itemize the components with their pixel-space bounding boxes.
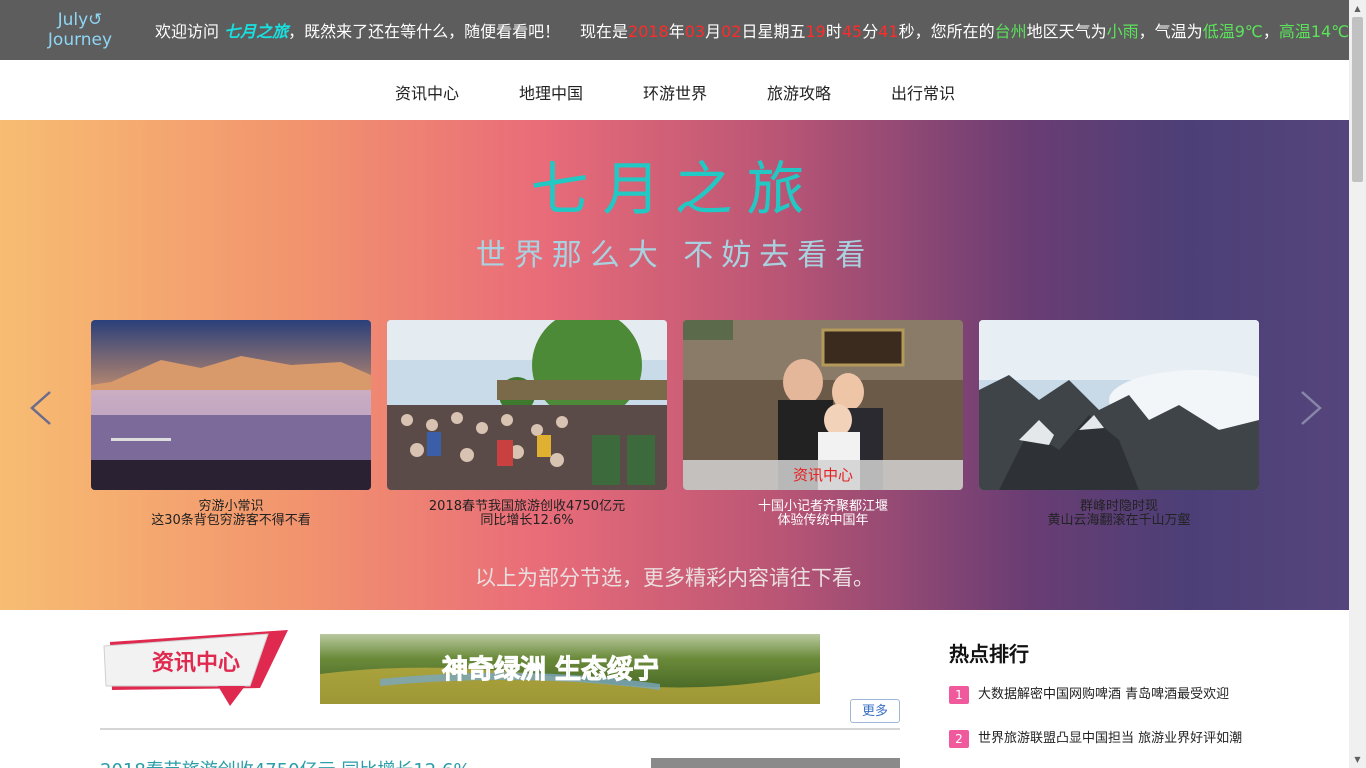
dt-text: 分 bbox=[862, 22, 879, 41]
hot-item-text: 大数据解密中国网购啤酒 青岛啤酒最受欢迎 bbox=[978, 687, 1230, 702]
dt-text: ， bbox=[1262, 22, 1279, 41]
welcome-prefix: 欢迎访问 bbox=[155, 22, 225, 41]
welcome-suffix: ，既然来了还在等什么，随便看看吧！ bbox=[288, 22, 561, 41]
weather-high: 高温14℃ bbox=[1278, 22, 1350, 41]
welcome-brand: 七月之旅 bbox=[224, 22, 289, 41]
dt-text: 时 bbox=[825, 22, 842, 41]
card-subtitle: 这30条背包穷游客不得不看 bbox=[151, 513, 311, 528]
carousel-card[interactable]: 群峰时隐时现 黄山云海翻滚在千山万壑 bbox=[979, 320, 1259, 528]
hot-item-text: 世界旅游联盟凸显中国担当 旅游业界好评如潮 bbox=[978, 731, 1243, 746]
dt-hour: 19 bbox=[805, 22, 826, 41]
dt-text: 日星期五 bbox=[741, 22, 806, 41]
news-banner-label: 资讯中心 bbox=[152, 651, 240, 676]
weather-city: 台州 bbox=[994, 22, 1027, 41]
more-button[interactable]: 更多 bbox=[850, 699, 900, 723]
logo-line-1: July↺ bbox=[57, 10, 103, 30]
card-image-lake[interactable] bbox=[91, 320, 371, 490]
card-overlay-label: 资讯中心 bbox=[683, 460, 963, 490]
dt-day: 02 bbox=[721, 22, 742, 41]
dt-text: 秒，您所在的 bbox=[898, 22, 995, 41]
ad-banner[interactable]: 神奇绿洲 生态绥宁 bbox=[320, 634, 820, 704]
article-thumbnail[interactable] bbox=[651, 758, 900, 768]
scroll-up-arrow-icon[interactable]: ▲ bbox=[1349, 0, 1366, 17]
scroll-down-arrow-icon[interactable]: ▼ bbox=[1349, 751, 1366, 768]
news-section-banner[interactable]: 资讯中心 bbox=[100, 628, 290, 708]
ad-banner-text: 神奇绿洲 生态绥宁 bbox=[442, 654, 659, 685]
dt-text: 现在是 bbox=[580, 22, 629, 41]
dt-text: 地区天气为 bbox=[1026, 22, 1107, 41]
weather-low: 低温9℃ bbox=[1202, 22, 1263, 41]
rank-badge: 2 bbox=[949, 729, 969, 748]
logo-line-2: Journey bbox=[47, 30, 113, 50]
site-logo[interactable]: July↺ Journey bbox=[40, 10, 120, 50]
card-image-crowd[interactable] bbox=[387, 320, 667, 490]
main-nav: 资讯中心 地理中国 环游世界 旅游攻略 出行常识 bbox=[0, 60, 1349, 120]
nav-item-travel-tips[interactable]: 出行常识 bbox=[891, 80, 955, 104]
chevron-left-icon[interactable] bbox=[22, 388, 62, 428]
card-title: 群峰时隐时现 bbox=[1079, 499, 1158, 514]
card-subtitle: 黄山云海翻滚在千山万壑 bbox=[1047, 513, 1191, 528]
carousel-card[interactable]: 2018春节我国旅游创收4750亿元 同比增长12.6% bbox=[387, 320, 667, 528]
hero-banner: 七月之旅 世界那么大 不妨去看看 穷游小常识 这30条背包穷游客不得不看 201… bbox=[0, 120, 1349, 610]
card-title: 2018春节我国旅游创收4750亿元 bbox=[428, 499, 626, 514]
nav-item-world-travel[interactable]: 环游世界 bbox=[643, 80, 707, 104]
dt-year: 2018 bbox=[628, 22, 669, 41]
scrollbar-thumb[interactable] bbox=[1352, 17, 1363, 182]
card-subtitle: 同比增长12.6% bbox=[480, 513, 574, 528]
dt-month: 03 bbox=[684, 22, 706, 41]
datetime-weather: 现在是2018年03月02日星期五19时45分41秒，您所在的台州地区天气为小雨… bbox=[580, 18, 1365, 42]
top-bar: July↺ Journey 欢迎访问 七月之旅，既然来了还在等什么，随便看看吧！… bbox=[0, 0, 1365, 60]
dt-text: 年 bbox=[668, 22, 685, 41]
dt-text: 月 bbox=[705, 22, 722, 41]
hero-footer-text: 以上为部分节选，更多精彩内容请往下看。 bbox=[475, 566, 874, 590]
rank-badge: 1 bbox=[949, 685, 969, 704]
article-headline-link[interactable]: 2018春节旅游创收4750亿元 同比增长12.6% bbox=[100, 756, 471, 768]
dt-second: 41 bbox=[878, 22, 899, 41]
nav-item-china-geo[interactable]: 地理中国 bbox=[519, 80, 583, 104]
card-image-family[interactable]: 资讯中心 bbox=[683, 320, 963, 490]
carousel-card[interactable]: 资讯中心 十国小记者齐聚都江堰 体验传统中国年 bbox=[683, 320, 963, 528]
dt-text: ，气温为 bbox=[1138, 22, 1203, 41]
hot-ranking-item[interactable]: 1 大数据解密中国网购啤酒 青岛啤酒最受欢迎 bbox=[949, 683, 1229, 704]
carousel-card[interactable]: 穷游小常识 这30条背包穷游客不得不看 bbox=[91, 320, 371, 528]
section-divider bbox=[100, 728, 900, 730]
hero-title: 七月之旅 bbox=[530, 155, 819, 223]
nav-item-guides[interactable]: 旅游攻略 bbox=[767, 80, 831, 104]
welcome-message: 欢迎访问 七月之旅，既然来了还在等什么，随便看看吧！ bbox=[155, 18, 560, 42]
card-image-mountains[interactable] bbox=[979, 320, 1259, 490]
hot-ranking-title: 热点排行 bbox=[949, 642, 1029, 666]
dt-minute: 45 bbox=[841, 22, 863, 41]
weather-condition: 小雨 bbox=[1106, 22, 1139, 41]
card-title: 穷游小常识 bbox=[198, 499, 264, 514]
hero-subtitle: 世界那么大 不妨去看看 bbox=[475, 238, 874, 273]
chevron-right-icon[interactable] bbox=[1290, 388, 1330, 428]
page-scrollbar[interactable]: ▲ ▼ bbox=[1349, 0, 1366, 768]
hot-ranking-item[interactable]: 2 世界旅游联盟凸显中国担当 旅游业界好评如潮 bbox=[949, 727, 1242, 748]
card-title: 十国小记者齐聚都江堰 bbox=[757, 499, 888, 514]
nav-item-news[interactable]: 资讯中心 bbox=[395, 80, 459, 104]
card-subtitle: 体验传统中国年 bbox=[777, 513, 869, 528]
